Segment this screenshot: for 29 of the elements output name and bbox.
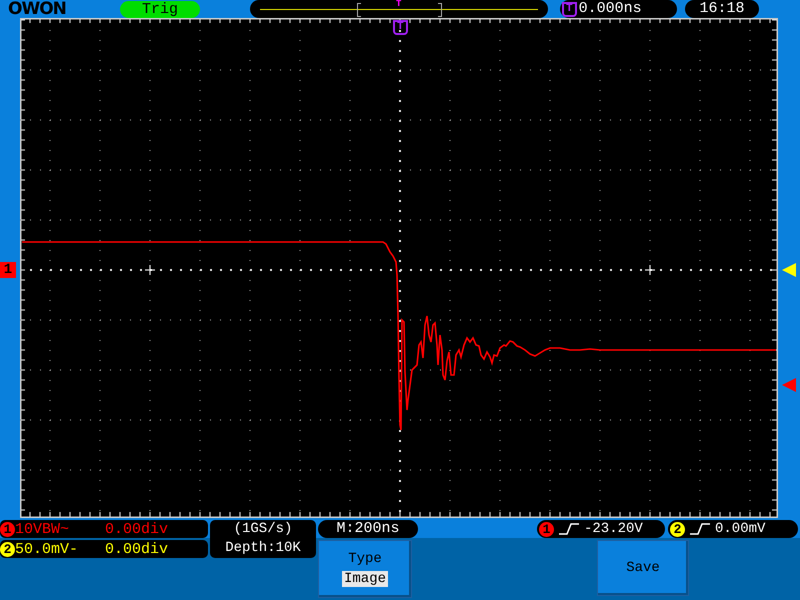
save-button[interactable]: Save [597,540,689,596]
timebase-readout: M:200ns [318,520,418,538]
rising-edge-icon [689,522,711,536]
menu-button[interactable]: Type Image [318,540,412,598]
channel-badge: 2 [670,522,685,536]
channel-badge: 1 [539,522,554,536]
trigger-position-marker: T [396,0,402,9]
trigger-time-value: 0.000ns [578,0,642,18]
trigger-marker: T [562,2,577,16]
rising-edge-icon [558,522,580,536]
menu-title: Type [348,551,382,567]
crosshair-mark [144,264,156,276]
brand-logo: OWON [8,0,67,18]
clock: 16:18 [685,0,759,18]
memory-depth: Depth:10K [225,539,301,558]
trigger-status: Trig [120,0,200,18]
crosshair-mark [644,264,656,276]
channel-offset: 0.00div [105,540,168,558]
channel-scale: 50.0mV- [15,540,80,558]
channel-scale: 10VBW~ [15,520,70,538]
sample-rate: (1GS/s) [234,520,292,539]
trigger-marker: T [393,20,408,35]
channel-badge: 2 [0,542,15,556]
trigger-level: -23.20V [584,520,643,538]
channel-badge: 1 [0,522,15,536]
channel-offset: 0.00div [105,520,168,538]
channel-marker: 1 [0,262,16,278]
menu-value: Image [342,571,388,587]
trigger-level: 0.00mV [715,520,766,538]
